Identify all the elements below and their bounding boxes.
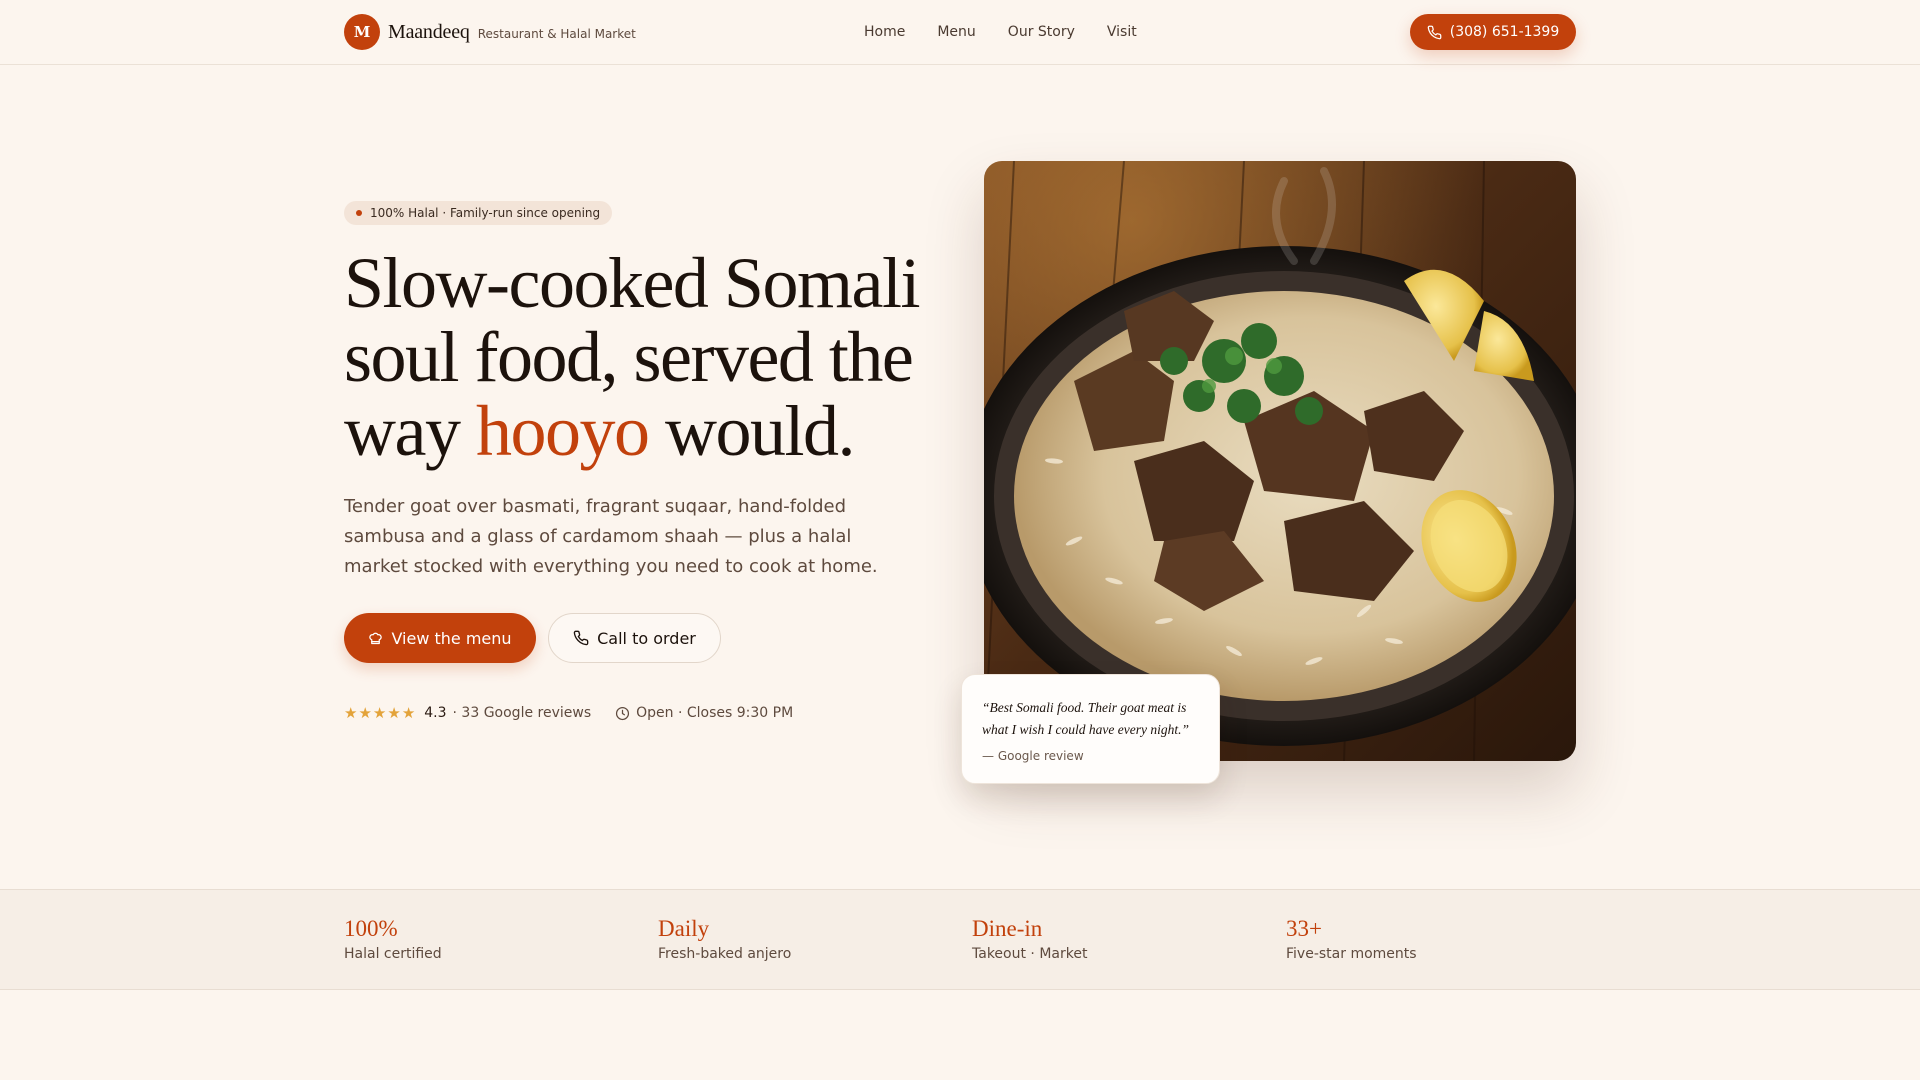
- rating-hours-row: ★ ★ ★ ★ ★ 4.3 · 33 Google reviews Open ·…: [344, 703, 793, 723]
- nav-link-home[interactable]: Home: [864, 24, 905, 40]
- hours-text: Open · Closes 9:30 PM: [636, 705, 794, 721]
- hero-headline: Slow-cooked Somali soul food, served the…: [344, 246, 944, 468]
- star-icon: ★: [401, 703, 416, 722]
- review-quote-card: “Best Somali food. Their goat meat is wh…: [961, 674, 1220, 784]
- chef-hat-icon: [369, 632, 383, 644]
- nav-link-our-story[interactable]: Our Story: [1008, 24, 1075, 40]
- review-source: — Google review: [982, 749, 1084, 763]
- stat-label: Fresh-baked anjero: [658, 946, 792, 962]
- phone-number: (308) 651-1399: [1449, 24, 1560, 40]
- clock-icon: [616, 706, 630, 720]
- badge-text: 100% Halal · Family-run since opening: [370, 206, 601, 220]
- hero-description: Tender goat over basmati, fragrant suqaa…: [344, 496, 878, 577]
- stats-bar: 100% Halal certified Daily Fresh-baked a…: [0, 889, 1920, 990]
- nav-link-visit[interactable]: Visit: [1107, 24, 1137, 40]
- headline-part2: would.: [648, 391, 855, 471]
- brand-tagline: Restaurant & Halal Market: [477, 26, 636, 41]
- brand-mark: M: [344, 14, 380, 50]
- site-header: M Maandeeq Restaurant & Halal Market Hom…: [0, 0, 1920, 65]
- phone-call-button[interactable]: (308) 651-1399: [1410, 14, 1576, 50]
- star-icon: ★: [387, 703, 401, 722]
- view-menu-button[interactable]: View the menu: [344, 613, 536, 663]
- star-icon: ★: [372, 703, 387, 722]
- stat-label: Five-star moments: [1286, 946, 1417, 962]
- stat-value: Dine-in: [972, 916, 1043, 941]
- stat-dine-in: Dine-in Takeout · Market: [972, 916, 1087, 962]
- phone-icon: [573, 630, 589, 646]
- brand-name: Maandeeq: [388, 20, 470, 43]
- stat-halal: 100% Halal certified: [344, 916, 442, 962]
- stat-value: 100%: [344, 916, 398, 941]
- opening-hours: Open · Closes 9:30 PM: [615, 705, 793, 721]
- headline-accent: hooyo: [475, 391, 650, 471]
- stat-value: Daily: [658, 916, 710, 941]
- star-icon: ★: [344, 703, 358, 722]
- brand-logo[interactable]: M Maandeeq Restaurant & Halal Market: [344, 14, 636, 50]
- badge-dot-icon: [356, 210, 362, 216]
- stat-five-star: 33+ Five-star moments: [1286, 916, 1417, 962]
- nav-link-menu[interactable]: Menu: [937, 24, 975, 40]
- stat-label: Takeout · Market: [972, 946, 1088, 962]
- stat-label: Halal certified: [344, 946, 442, 962]
- star-icon: ★: [358, 703, 372, 722]
- call-to-order-button[interactable]: Call to order: [548, 613, 721, 663]
- phone-icon: [1427, 25, 1442, 39]
- halal-badge: 100% Halal · Family-run since opening: [344, 201, 613, 225]
- stat-daily: Daily Fresh-baked anjero: [658, 916, 791, 962]
- rating-value: 4.3: [424, 705, 447, 721]
- review-quote-text: “Best Somali food. Their goat meat is wh…: [982, 700, 1189, 737]
- call-to-order-label: Call to order: [597, 628, 696, 648]
- hero-food-photo: [984, 161, 1576, 761]
- view-menu-label: View the menu: [391, 628, 512, 648]
- review-count[interactable]: · 33 Google reviews: [453, 705, 592, 721]
- main-nav: Home Menu Our Story Visit: [864, 0, 1169, 64]
- stat-value: 33+: [1286, 916, 1322, 941]
- star-rating: ★ ★ ★ ★ ★: [344, 703, 416, 722]
